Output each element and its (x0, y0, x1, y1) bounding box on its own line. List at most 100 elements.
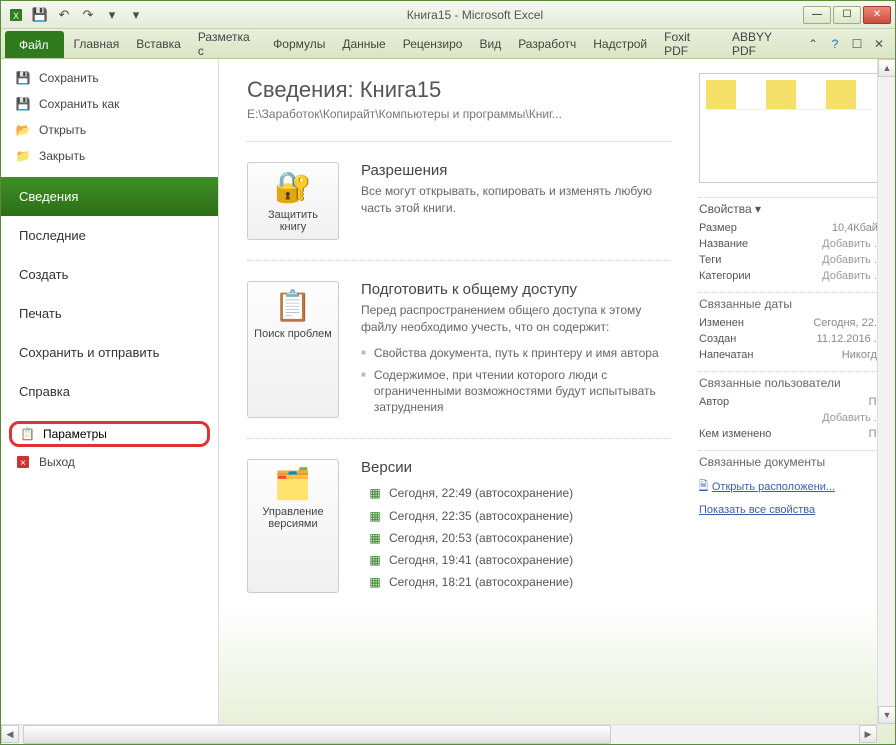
window-close-icon[interactable]: ✕ (871, 36, 887, 52)
document-thumbnail[interactable] (699, 73, 879, 183)
sidebar-item-save-send[interactable]: Сохранить и отправить (1, 333, 218, 372)
prop-printed: НапечатанНикогда (699, 347, 883, 363)
version-item[interactable]: ▦Сегодня, 22:35 (автосохранение) (361, 505, 671, 527)
window-restore-icon[interactable]: ☐ (849, 36, 865, 52)
tab-data[interactable]: Данные (334, 29, 394, 58)
scroll-thumb[interactable] (23, 725, 611, 744)
section-title: Подготовить к общему доступу (361, 281, 671, 298)
vertical-scrollbar[interactable]: ▲ ▼ (877, 59, 895, 724)
related-users-header: Связанные пользователи (699, 371, 883, 394)
sidebar-label: Сохранить как (39, 97, 119, 111)
help-icon[interactable]: ? (827, 36, 843, 52)
document-icon: 🗎 (699, 477, 708, 496)
sidebar-item-close[interactable]: 📁 Закрыть (1, 143, 218, 169)
prop-size: Размер10,4Кбайт (699, 220, 883, 236)
tab-file[interactable]: Файл (5, 31, 64, 58)
properties-panel: Свойства ▾ Размер10,4Кбайт НазваниеДобав… (687, 59, 895, 744)
maximize-button[interactable]: ☐ (833, 6, 861, 24)
close-button[interactable]: ✕ (863, 6, 891, 24)
tab-formulas[interactable]: Формулы (265, 29, 334, 58)
horizontal-scrollbar[interactable]: ◀ ▶ (1, 724, 877, 744)
lock-key-icon: 🔐 (275, 169, 311, 205)
open-file-location-link[interactable]: 🗎Открыть расположени... (699, 473, 883, 500)
sidebar-label: Сохранить (39, 71, 99, 85)
tab-foxit[interactable]: Foxit PDF (656, 29, 724, 58)
redo-icon[interactable]: ↷ (77, 4, 99, 26)
sidebar-label: Сохранить и отправить (19, 345, 159, 360)
sidebar-item-print[interactable]: Печать (1, 294, 218, 333)
prop-tags[interactable]: ТегиДобавить ... (699, 252, 883, 268)
sidebar-item-open[interactable]: 📂 Открыть (1, 117, 218, 143)
show-all-properties-link[interactable]: Показать все свойства (699, 500, 883, 520)
scroll-down-button[interactable]: ▼ (878, 706, 895, 724)
prop-title[interactable]: НазваниеДобавить ... (699, 236, 883, 252)
version-item[interactable]: ▦Сегодня, 19:41 (автосохранение) (361, 549, 671, 571)
sidebar-label: Закрыть (39, 149, 85, 163)
scroll-up-button[interactable]: ▲ (878, 59, 895, 77)
section-title: Разрешения (361, 162, 671, 179)
sidebar-label: Открыть (39, 123, 86, 137)
sidebar-item-options[interactable]: 📋 Параметры (9, 421, 210, 447)
prop-created: Создан11.12.2016 ... (699, 331, 883, 347)
sidebar-item-new[interactable]: Создать (1, 255, 218, 294)
ribbon: Файл Главная Вставка Разметка с Формулы … (1, 29, 895, 59)
sidebar-label: Печать (19, 306, 62, 321)
manage-versions-button[interactable]: 🗂️ Управление версиями (247, 459, 339, 593)
tab-view[interactable]: Вид (471, 29, 510, 58)
undo-icon[interactable]: ↶ (53, 4, 75, 26)
prepare-item: Содержимое, при чтении которого люди с о… (361, 364, 671, 419)
window-title: Книга15 - Microsoft Excel (147, 8, 803, 22)
sidebar-label: Создать (19, 267, 68, 282)
prop-categories[interactable]: КатегорииДобавить ... (699, 268, 883, 284)
qat-more-icon[interactable]: ▾ (101, 4, 123, 26)
sidebar-item-exit[interactable]: × Выход (1, 449, 218, 475)
button-label: Поиск проблем (254, 328, 332, 340)
prop-author-add[interactable]: Добавить ... (699, 410, 883, 426)
button-label: Защитить книгу (254, 209, 332, 233)
tab-developer[interactable]: Разработч (510, 29, 585, 58)
prop-last-modified-by: Кем измененоПК (699, 426, 883, 442)
options-icon: 📋 (20, 427, 35, 441)
versions-icon: 🗂️ (275, 466, 311, 502)
prepare-item: Свойства документа, путь к принтеру и им… (361, 342, 671, 364)
minimize-button[interactable]: — (803, 6, 831, 24)
scroll-right-button[interactable]: ▶ (859, 725, 877, 743)
excel-file-icon: ▦ (367, 530, 383, 546)
sidebar-label: Выход (39, 455, 75, 469)
excel-file-icon: ▦ (367, 508, 383, 524)
sidebar-item-info[interactable]: Сведения (1, 177, 218, 216)
ribbon-minimize-icon[interactable]: ⌃ (805, 36, 821, 52)
sidebar-item-recent[interactable]: Последние (1, 216, 218, 255)
tab-abbyy[interactable]: ABBYY PDF (724, 29, 805, 58)
sidebar-item-save[interactable]: 💾 Сохранить (1, 65, 218, 91)
folder-close-icon: 📁 (15, 148, 31, 164)
sidebar-label: Сведения (19, 189, 78, 204)
prop-author: АвторПК (699, 394, 883, 410)
version-item[interactable]: ▦Сегодня, 22:49 (автосохранение) (361, 482, 671, 504)
prop-modified: ИзмененСегодня, 22... (699, 315, 883, 331)
related-documents-header: Связанные документы (699, 450, 883, 473)
tab-review[interactable]: Рецензиро (395, 29, 472, 58)
properties-dropdown[interactable]: Свойства ▾ (699, 197, 883, 220)
related-dates-header: Связанные даты (699, 292, 883, 315)
save-icon[interactable]: 💾 (29, 4, 51, 26)
sidebar-item-save-as[interactable]: 💾 Сохранить как (1, 91, 218, 117)
version-item[interactable]: ▦Сегодня, 18:21 (автосохранение) (361, 571, 671, 593)
sidebar-item-help[interactable]: Справка (1, 372, 218, 411)
file-path: E:\Заработок\Копирайт\Компьютеры и прогр… (247, 107, 671, 121)
page-title: Сведения: Книга15 (247, 77, 671, 103)
scroll-left-button[interactable]: ◀ (1, 725, 19, 743)
save-icon: 💾 (15, 70, 31, 86)
tab-addins[interactable]: Надстрой (585, 29, 656, 58)
version-item[interactable]: ▦Сегодня, 20:53 (автосохранение) (361, 527, 671, 549)
tab-home[interactable]: Главная (66, 29, 129, 58)
qat-customize-icon[interactable]: ▾ (125, 4, 147, 26)
exit-icon: × (15, 454, 31, 470)
excel-icon[interactable]: X (5, 4, 27, 26)
tab-layout[interactable]: Разметка с (190, 29, 265, 58)
protect-workbook-button[interactable]: 🔐 Защитить книгу (247, 162, 339, 240)
tab-insert[interactable]: Вставка (128, 29, 190, 58)
check-issues-button[interactable]: 📋 Поиск проблем (247, 281, 339, 418)
file-menu-sidebar: 💾 Сохранить 💾 Сохранить как 📂 Открыть 📁 … (1, 59, 219, 744)
button-label: Управление версиями (254, 506, 332, 530)
